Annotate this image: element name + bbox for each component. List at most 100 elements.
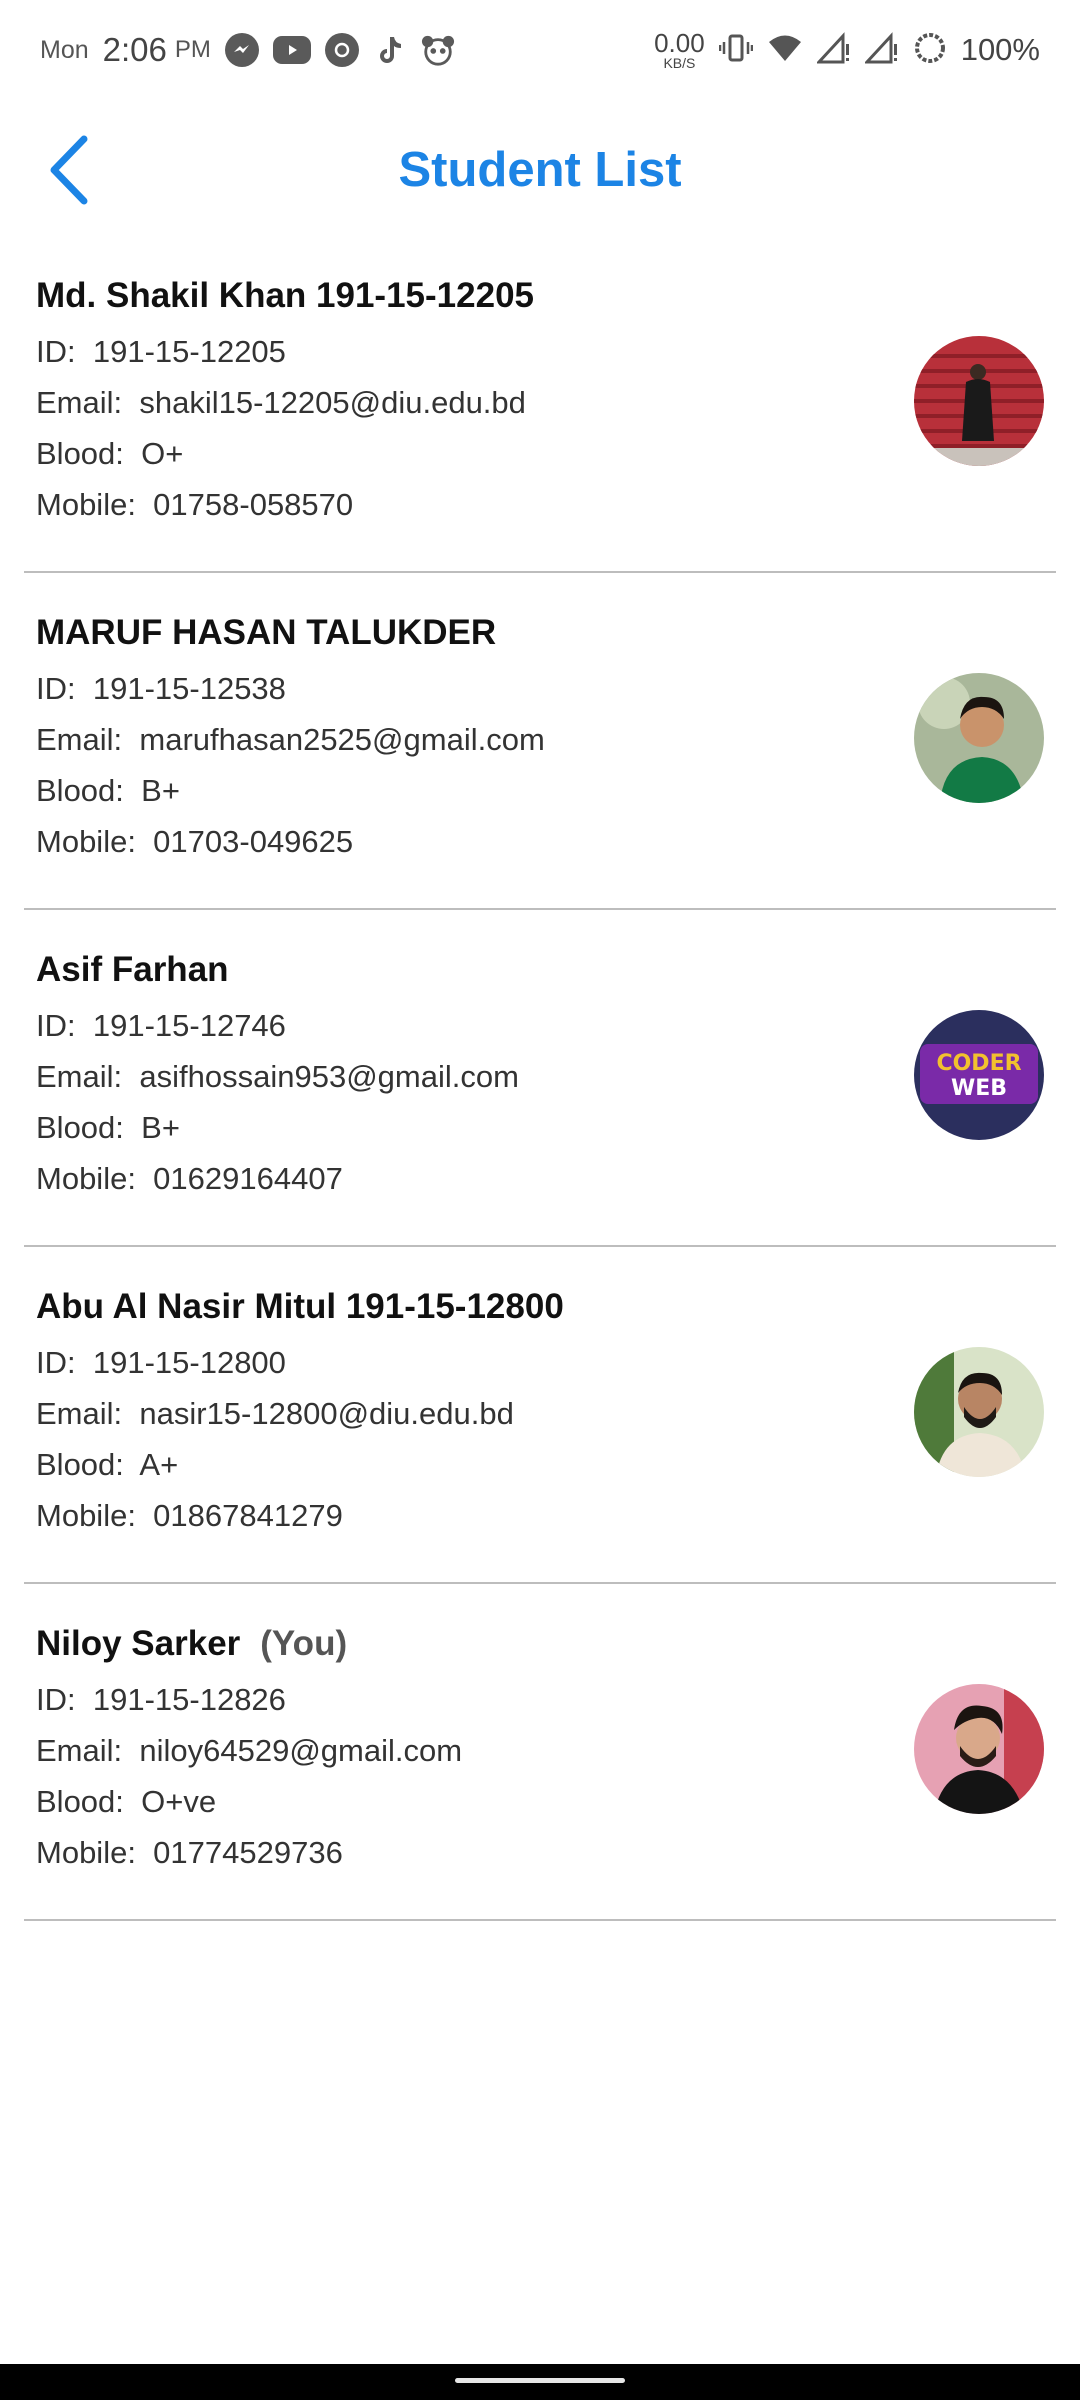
student-blood-row: Blood: O+ — [36, 436, 183, 472]
student-list: Md. Shakil Khan 191-15-12205 ID: 191-15-… — [0, 236, 1080, 1921]
student-id: 191-15-12746 — [92, 1008, 286, 1043]
email-label: Email: — [36, 385, 123, 420]
you-badge: (You) — [260, 1624, 348, 1663]
blood-label: Blood: — [36, 1110, 124, 1145]
svg-text:CODER: CODER — [936, 1051, 1021, 1076]
student-id: 191-15-12205 — [92, 334, 286, 369]
id-label: ID: — [36, 334, 76, 369]
student-mobile-row: Mobile: 01774529736 — [36, 1835, 343, 1871]
mobile-label: Mobile: — [36, 1835, 136, 1870]
vibrate-icon — [718, 33, 753, 68]
student-blood: O+ — [141, 436, 184, 471]
student-card[interactable]: Niloy Sarker (You) ID: 191-15-12826 Email… — [24, 1584, 1056, 1921]
student-id-row: ID: 191-15-12800 — [36, 1345, 286, 1381]
student-name: Asif Farhan — [36, 950, 229, 989]
student-id-row: ID: 191-15-12746 — [36, 1008, 286, 1044]
student-id-row: ID: 191-15-12538 — [36, 671, 286, 707]
messenger-icon — [224, 33, 259, 67]
student-email-row: Email: marufhasan2525@gmail.com — [36, 722, 545, 758]
status-ampm: PM — [174, 36, 211, 63]
wifi-icon — [767, 33, 803, 68]
student-card[interactable]: MARUF HASAN TALUKDER ID: 191-15-12538 Em… — [24, 573, 1056, 910]
status-day: Mon — [40, 35, 89, 64]
student-mobile-row: Mobile: 01703-049625 — [36, 824, 353, 860]
speed-value: 0.00 — [654, 28, 705, 58]
student-email-row: Email: asifhossain953@gmail.com — [36, 1059, 519, 1095]
student-card[interactable]: Md. Shakil Khan 191-15-12205 ID: 191-15-… — [24, 236, 1056, 573]
student-mobile-row: Mobile: 01758-058570 — [36, 487, 353, 523]
student-name: Abu Al Nasir Mitul 191-15-12800 — [36, 1287, 564, 1326]
student-mobile-row: Mobile: 01867841279 — [36, 1498, 343, 1534]
page-title: Student List — [398, 143, 682, 197]
speed-unit: KB/S — [663, 55, 696, 71]
student-email: asifhossain953@gmail.com — [139, 1059, 519, 1094]
navigation-bar — [0, 2364, 1080, 2400]
signal-icon-2 — [863, 31, 899, 69]
status-time: 2:06 — [102, 31, 167, 68]
student-name: MARUF HASAN TALUKDER — [36, 613, 497, 652]
mobile-label: Mobile: — [36, 487, 136, 522]
svg-text:WEB: WEB — [951, 1076, 1007, 1101]
student-blood: B+ — [141, 773, 180, 808]
student-mobile: 01703-049625 — [153, 824, 354, 859]
student-id: 191-15-12800 — [92, 1345, 286, 1380]
student-blood-row: Blood: A+ — [36, 1447, 178, 1483]
student-email-row: Email: shakil15-12205@diu.edu.bd — [36, 385, 526, 421]
battery-icon — [913, 31, 947, 70]
student-email: shakil15-12205@diu.edu.bd — [139, 385, 526, 420]
student-email: nasir15-12800@diu.edu.bd — [139, 1396, 514, 1431]
mobile-label: Mobile: — [36, 1498, 136, 1533]
student-blood-row: Blood: O+ve — [36, 1784, 216, 1820]
email-label: Email: — [36, 1733, 123, 1768]
student-blood: B+ — [141, 1110, 180, 1145]
blood-label: Blood: — [36, 773, 124, 808]
student-email: niloy64529@gmail.com — [139, 1733, 463, 1768]
panda-icon — [421, 33, 455, 67]
student-mobile: 01867841279 — [153, 1498, 343, 1533]
tiktok-icon — [373, 33, 407, 67]
student-blood: O+ve — [141, 1784, 217, 1819]
blood-label: Blood: — [36, 436, 124, 471]
youtube-icon — [272, 36, 311, 64]
avatar — [914, 673, 1044, 803]
status-left: Mon 2:06 PM — [40, 31, 455, 69]
student-email-row: Email: nasir15-12800@diu.edu.bd — [36, 1396, 514, 1432]
student-card[interactable]: Abu Al Nasir Mitul 191-15-12800 ID: 191-… — [24, 1247, 1056, 1584]
signal-icon — [815, 31, 851, 69]
avatar: CODER WEB — [914, 1010, 1044, 1140]
avatar — [914, 1684, 1044, 1814]
app-header: Student List — [0, 110, 1080, 235]
id-label: ID: — [36, 671, 76, 706]
email-label: Email: — [36, 1396, 123, 1431]
blood-label: Blood: — [36, 1784, 124, 1819]
network-speed: 0.00 KB/S — [654, 30, 705, 70]
student-card[interactable]: Asif Farhan ID: 191-15-12746 Email: asif… — [24, 910, 1056, 1247]
mobile-label: Mobile: — [36, 824, 136, 859]
status-bar: Mon 2:06 PM 0.00 KB/S 100% — [0, 0, 1080, 100]
id-label: ID: — [36, 1008, 76, 1043]
student-id: 191-15-12826 — [92, 1682, 286, 1717]
student-name: Niloy Sarker (You) — [36, 1624, 347, 1664]
home-indicator[interactable] — [455, 2378, 625, 2383]
student-mobile: 01629164407 — [153, 1161, 343, 1196]
email-label: Email: — [36, 1059, 123, 1094]
student-mobile-row: Mobile: 01629164407 — [36, 1161, 343, 1197]
student-id: 191-15-12538 — [92, 671, 286, 706]
battery-percent: 100% — [960, 32, 1040, 67]
student-mobile: 01774529736 — [153, 1835, 343, 1870]
student-blood: A+ — [139, 1447, 179, 1482]
mobile-label: Mobile: — [36, 1161, 136, 1196]
student-name: Md. Shakil Khan 191-15-12205 — [36, 276, 534, 315]
blood-label: Blood: — [36, 1447, 124, 1482]
instagram-like-icon — [324, 33, 359, 67]
student-mobile: 01758-058570 — [153, 487, 354, 522]
avatar — [914, 336, 1044, 466]
student-id-row: ID: 191-15-12826 — [36, 1682, 286, 1718]
student-name-text: Niloy Sarker — [36, 1624, 241, 1663]
email-label: Email: — [36, 722, 123, 757]
avatar — [914, 1347, 1044, 1477]
id-label: ID: — [36, 1682, 76, 1717]
status-right: 0.00 KB/S 100% — [654, 30, 1040, 70]
student-blood-row: Blood: B+ — [36, 1110, 180, 1146]
student-email-row: Email: niloy64529@gmail.com — [36, 1733, 462, 1769]
